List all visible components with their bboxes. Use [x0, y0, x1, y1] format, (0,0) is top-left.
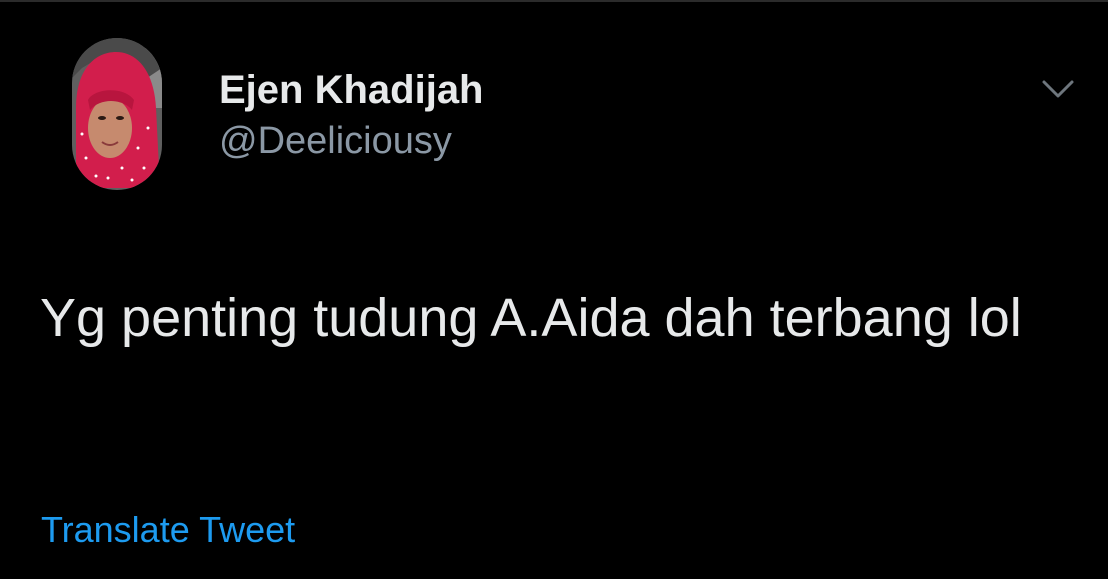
tweet-text: Yg penting tudung A.Aida dah terbang lol [40, 288, 1022, 348]
translate-tweet-link[interactable]: Translate Tweet [41, 504, 295, 556]
author-display-name[interactable]: Ejen Khadijah [219, 64, 484, 116]
tweet-menu-button[interactable] [1036, 72, 1080, 108]
author-identity[interactable]: Ejen Khadijah @Deeliciousy [219, 64, 484, 166]
avatar[interactable] [72, 38, 162, 190]
profile-photo [72, 38, 162, 190]
tweet: Ejen Khadijah @Deeliciousy Yg penting tu… [0, 0, 1108, 579]
chevron-down-icon [1042, 80, 1074, 98]
author-handle[interactable]: @Deeliciousy [219, 116, 484, 166]
